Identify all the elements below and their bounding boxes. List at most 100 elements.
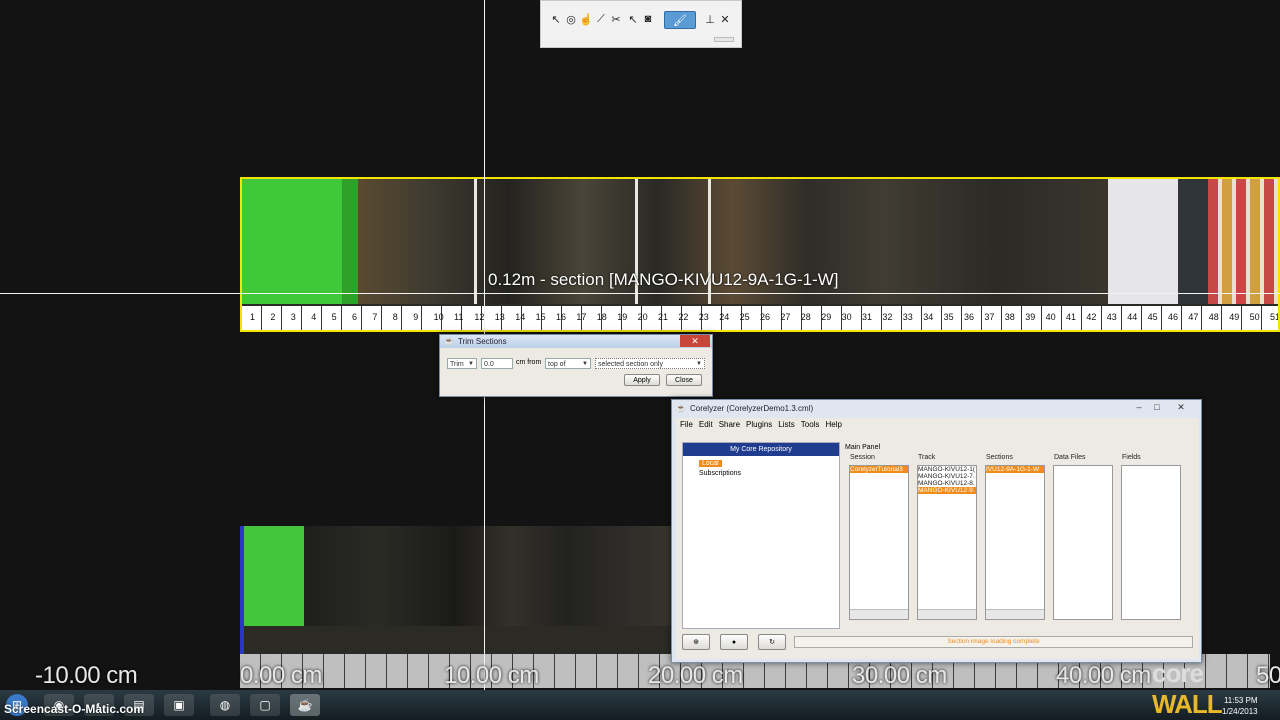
menu-help[interactable]: Help (825, 420, 841, 429)
pointer-icon[interactable]: ↖ (626, 11, 640, 27)
clock-time: 11:53 PM (1223, 696, 1258, 705)
ruler-tick-label: 31 (862, 312, 873, 322)
repository-header: My Core Repository (683, 443, 839, 456)
depth-axis-label: 10.00 cm (444, 662, 539, 689)
cut-icon[interactable]: ✂ (609, 11, 623, 27)
menu-lists[interactable]: Lists (778, 420, 794, 429)
maximize-icon[interactable]: □ (1148, 401, 1166, 413)
menu-edit[interactable]: Edit (699, 420, 713, 429)
apply-button[interactable]: Apply (624, 374, 660, 386)
ruler-tick-label: 30 (841, 312, 852, 322)
list-item[interactable]: MANGO-KIVU12-1( (918, 466, 976, 473)
paintbrush-icon[interactable]: 🖌 (664, 11, 696, 29)
ruler-tick-label: 40 (1045, 312, 1056, 322)
refresh-icon[interactable]: ↻ (758, 634, 786, 650)
menu-share[interactable]: Share (719, 420, 740, 429)
palette-grip[interactable] (714, 37, 734, 42)
close-icon[interactable]: ✕ (1166, 401, 1196, 413)
list-item[interactable]: MANGO-KIVU12-8. (918, 480, 976, 487)
close-icon[interactable]: ✕ (718, 11, 732, 27)
ruler-tick-label: 24 (719, 312, 730, 322)
ruler-tick-label: 17 (576, 312, 587, 322)
ruler-tick-label: 48 (1208, 312, 1219, 322)
horizontal-scrollbar[interactable] (850, 609, 908, 619)
tree-item-subscriptions[interactable]: Subscriptions (699, 469, 839, 479)
ruler-tick-label: 35 (943, 312, 954, 322)
ruler-tick-label: 15 (535, 312, 546, 322)
trim-mode-select[interactable]: Trim ▼ (447, 358, 477, 369)
select-arrow-icon[interactable]: ↖ (549, 11, 563, 27)
core-green-segment (242, 179, 358, 304)
core-sediment (304, 526, 680, 626)
section-depth-label: 0.12m - section [MANGO-KIVU12-9A-1G-1-W] (488, 270, 839, 289)
ruler-tick-label: 33 (902, 312, 913, 322)
ruler-tick-label: 46 (1168, 312, 1179, 322)
ruler-tick-label: 18 (596, 312, 607, 322)
ruler-tick-label: 45 (1147, 312, 1158, 322)
menu-tools[interactable]: Tools (801, 420, 820, 429)
window-titlebar[interactable]: ☕ Corelyzer (CorelyzerDemo1.3.cml) (672, 400, 1201, 416)
ruler-tick-label: 4 (311, 312, 317, 322)
tree-item-local[interactable]: Local (699, 460, 722, 467)
core-section-lower[interactable] (240, 526, 680, 654)
clock-date: 1/24/2013 (1222, 707, 1258, 716)
track-list[interactable]: MANGO-KIVU12-1( MANGO-KIVU12-7. MANGO-KI… (917, 465, 977, 620)
ruler-tick-label: 3 (290, 312, 296, 322)
minimize-icon[interactable]: – (1130, 401, 1148, 413)
scale-ruler: 1 2 3 4 5 6 7 8 9 10 11 12 13 14 15 16 17 18 19 20 21 22 23 24 2… (242, 306, 1278, 330)
record-icon[interactable]: ● (720, 634, 748, 650)
ruler-tick-label: 44 (1127, 312, 1138, 322)
sections-list[interactable]: IVU12-9A-1G-1-W (985, 465, 1045, 620)
menu-bar: File Edit Share Plugins Lists Tools Help (676, 418, 1199, 431)
ruler-tick-label: 41 (1066, 312, 1077, 322)
depth-axis-label: 50 (1256, 662, 1280, 689)
screencast-watermark: Screencast-O-Matic.com (4, 702, 145, 716)
list-item[interactable]: IVU12-9A-1G-1-W (986, 466, 1044, 473)
menu-plugins[interactable]: Plugins (746, 420, 772, 429)
core-crack (474, 179, 477, 304)
menu-file[interactable]: File (680, 420, 693, 429)
system-clock[interactable]: 11:53 PM 1/24/2013 (1222, 695, 1258, 717)
globe-icon[interactable]: ◍ (210, 694, 240, 716)
java-icon: ☕ (676, 403, 686, 413)
trim-amount-field[interactable]: 0.0 (481, 358, 513, 369)
snipping-icon[interactable]: ▢ (250, 694, 280, 716)
horizontal-scrollbar[interactable] (918, 609, 976, 619)
target-icon[interactable]: ◎ (564, 11, 578, 27)
ruler-tick-label: 39 (1025, 312, 1036, 322)
core-blank-end (1108, 179, 1178, 304)
ruler-tick-label: 1 (250, 312, 256, 322)
hand-pointer-icon[interactable]: ☝ (579, 11, 593, 27)
core-green-segment (244, 526, 304, 626)
close-icon[interactable]: ✕ (680, 335, 710, 347)
java-icon[interactable]: ☕ (290, 694, 320, 716)
horizontal-scrollbar[interactable] (986, 609, 1044, 619)
terminal-icon[interactable]: ▣ (164, 694, 194, 716)
ruler-tick-label: 13 (494, 312, 505, 322)
ruler-tick-label: 37 (984, 312, 995, 322)
anchor-icon[interactable]: ⊥ (703, 11, 717, 27)
list-item[interactable]: MANGO-KIVU12-7. (918, 473, 976, 480)
status-progress-bar: Section image loading complete (794, 636, 1193, 648)
dialog-title: Trim Sections (457, 337, 507, 346)
snapshot-icon[interactable]: ◙ (641, 11, 655, 27)
dialog-titlebar[interactable]: ☕ Trim Sections (440, 335, 712, 348)
core-end-cap (1178, 179, 1208, 304)
line-icon[interactable]: ⟋ (594, 11, 608, 27)
session-list[interactable]: CorelyzerTutorial3 (849, 465, 909, 620)
add-icon[interactable]: ⊕ (682, 634, 710, 650)
list-item[interactable]: CorelyzerTutorial3 (850, 466, 908, 473)
data-files-header: Data Files (1054, 454, 1086, 461)
ruler-tick-label: 2 (270, 312, 276, 322)
list-item[interactable]: MANGO-KIVU12-9. (918, 487, 976, 494)
ruler-tick-label: 11 (454, 312, 464, 322)
close-button[interactable]: Close (666, 374, 702, 386)
ruler-tick-label: 38 (1004, 312, 1015, 322)
data-files-list[interactable] (1053, 465, 1113, 620)
trim-scope-select[interactable]: selected section only ▼ (595, 358, 705, 369)
core-section-selected[interactable]: 1 2 3 4 5 6 7 8 9 10 11 12 13 14 15 16 17 18 19 20 21 22 23 24 2… (240, 177, 1280, 332)
trim-position-select[interactable]: top of ▼ (545, 358, 591, 369)
fields-list[interactable] (1121, 465, 1181, 620)
trim-sections-dialog: ☕ Trim Sections ✕ Trim ▼ 0.0 cm from top … (439, 334, 713, 397)
ruler-tick-label: 19 (617, 312, 628, 322)
